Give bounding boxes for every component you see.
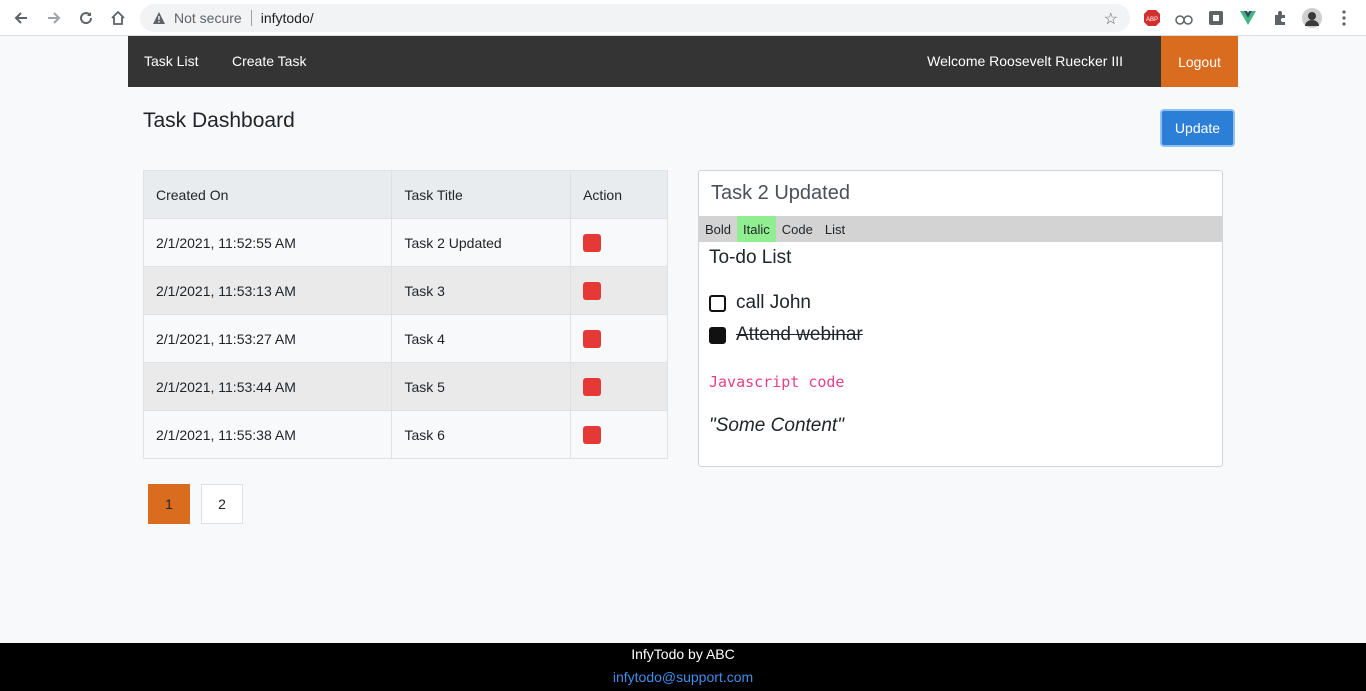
editor-toolbar: Bold Italic Code List	[699, 216, 1222, 242]
cell-action	[570, 410, 668, 459]
cell-created-on: 2/1/2021, 11:52:55 AM	[142, 218, 393, 267]
welcome-text: Welcome Roosevelt Ruecker III	[927, 53, 1123, 69]
header-created-on: Created On	[142, 170, 393, 219]
page-button-2[interactable]: 2	[201, 484, 243, 524]
table-row[interactable]: 2/1/2021, 11:53:44 AM Task 5	[142, 362, 668, 411]
page-button-1[interactable]: 1	[148, 484, 190, 524]
todo-item: Attend webinar	[709, 319, 1214, 351]
todo-text: call John	[736, 292, 811, 313]
todo-item: call John	[709, 287, 1214, 319]
delete-icon[interactable]	[583, 329, 602, 348]
todo-heading: To-do List	[709, 247, 792, 268]
italic-text: "Some Content"	[709, 415, 844, 436]
nav-task-list[interactable]: Task List	[144, 53, 198, 69]
extension-icon[interactable]	[1174, 8, 1194, 28]
cell-action	[570, 314, 668, 363]
header-task-title: Task Title	[391, 170, 572, 219]
star-icon[interactable]: ☆	[1104, 9, 1118, 29]
page-title: Task Dashboard	[143, 109, 295, 132]
update-button[interactable]: Update	[1160, 109, 1235, 147]
editor-content[interactable]: To-do List call John Attend webinar Java…	[709, 247, 1214, 437]
cell-task-title: Task 5	[391, 362, 572, 411]
todo-text: Attend webinar	[736, 324, 863, 345]
task-table: Created On Task Title Action 2/1/2021, 1…	[142, 170, 668, 459]
reload-icon[interactable]	[74, 6, 98, 30]
delete-icon[interactable]	[583, 281, 602, 300]
warning-icon	[152, 11, 166, 25]
extension-icon[interactable]	[1206, 8, 1226, 28]
back-icon[interactable]	[9, 6, 33, 30]
menu-icon[interactable]	[1334, 8, 1354, 28]
table-header-row: Created On Task Title Action	[142, 170, 668, 219]
nav-create-task[interactable]: Create Task	[232, 53, 306, 69]
svg-text:ABP: ABP	[1146, 17, 1158, 23]
address-bar[interactable]: Not secure infytodo/ ☆	[140, 4, 1130, 32]
checkbox-unchecked[interactable]	[709, 294, 726, 312]
cell-task-title: Task 2 Updated	[391, 218, 572, 267]
footer-brand: InfyTodo by ABC	[631, 646, 735, 662]
logout-button[interactable]: Logout	[1161, 36, 1238, 87]
vue-icon[interactable]	[1238, 8, 1258, 28]
table-row[interactable]: 2/1/2021, 11:53:27 AM Task 4	[142, 314, 668, 363]
browser-toolbar: Not secure infytodo/ ☆ ABP	[0, 0, 1366, 36]
cell-created-on: 2/1/2021, 11:53:13 AM	[142, 266, 393, 315]
delete-icon[interactable]	[583, 425, 602, 444]
bold-button[interactable]: Bold	[699, 216, 737, 242]
cell-task-title: Task 3	[391, 266, 572, 315]
avatar[interactable]	[1302, 8, 1322, 28]
table-row[interactable]: 2/1/2021, 11:53:13 AM Task 3	[142, 266, 668, 315]
adblock-icon[interactable]: ABP	[1142, 8, 1162, 28]
home-icon[interactable]	[106, 6, 130, 30]
divider	[250, 10, 252, 26]
cell-created-on: 2/1/2021, 11:53:27 AM	[142, 314, 393, 363]
footer-email-link[interactable]: infytodo@support.com	[0, 669, 1366, 685]
cell-action	[570, 218, 668, 267]
task-title-input[interactable]	[699, 171, 1222, 216]
list-button[interactable]: List	[819, 216, 851, 242]
security-label: Not secure	[174, 10, 242, 26]
task-editor: Bold Italic Code List To-do List call Jo…	[698, 170, 1223, 467]
cell-created-on: 2/1/2021, 11:53:44 AM	[142, 362, 393, 411]
table-row[interactable]: 2/1/2021, 11:52:55 AM Task 2 Updated	[142, 218, 668, 267]
delete-icon[interactable]	[583, 377, 602, 396]
footer: InfyTodo by ABC infytodo@support.com	[0, 643, 1366, 691]
table-row[interactable]: 2/1/2021, 11:55:38 AM Task 6	[142, 410, 668, 459]
app-navbar: Task List Create Task Welcome Roosevelt …	[128, 36, 1238, 87]
header-action: Action	[570, 170, 668, 219]
forward-icon[interactable]	[42, 6, 66, 30]
cell-action	[570, 362, 668, 411]
code-button[interactable]: Code	[776, 216, 819, 242]
cell-created-on: 2/1/2021, 11:55:38 AM	[142, 410, 393, 459]
delete-icon[interactable]	[583, 233, 602, 252]
cell-task-title: Task 6	[391, 410, 572, 459]
cell-action	[570, 266, 668, 315]
italic-button[interactable]: Italic	[737, 216, 776, 242]
code-block: Javascript code	[709, 373, 845, 391]
url-text[interactable]: infytodo/	[261, 10, 314, 26]
checkbox-checked[interactable]	[709, 326, 726, 344]
cell-task-title: Task 4	[391, 314, 572, 363]
puzzle-icon[interactable]	[1270, 8, 1290, 28]
